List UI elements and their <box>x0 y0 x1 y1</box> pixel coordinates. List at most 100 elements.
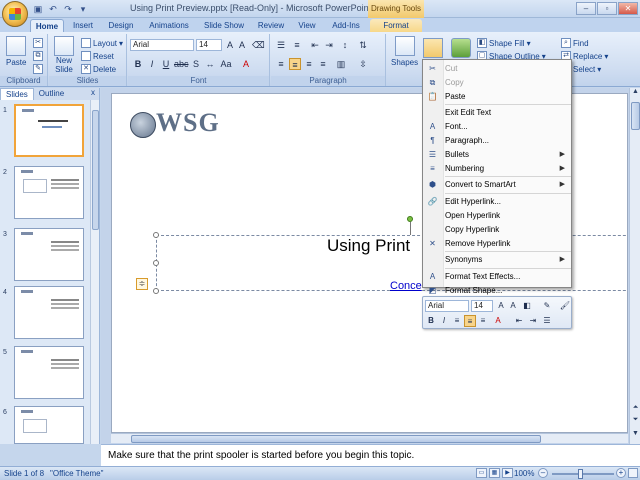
align-left-icon[interactable]: ≡ <box>275 58 287 70</box>
resize-handle[interactable] <box>153 260 159 266</box>
menu-item-exit-edit-text[interactable]: Exit Edit Text <box>423 106 571 120</box>
mini-format-painter-icon[interactable]: 🖌 <box>559 300 571 312</box>
tab-design[interactable]: Design <box>103 19 139 32</box>
next-slide-icon[interactable]: ⏷ <box>630 416 640 426</box>
bullets-icon[interactable]: ☰ <box>275 39 287 51</box>
customize-qat-icon[interactable]: ▾ <box>77 3 89 15</box>
slide-thumbnail-2[interactable]: 2 <box>0 166 92 222</box>
font-color-icon[interactable]: A <box>240 58 252 70</box>
shrink-font-icon[interactable]: A <box>236 39 248 51</box>
align-right-icon[interactable]: ≡ <box>303 58 315 70</box>
mini-increase-indent-icon[interactable]: ⇥ <box>527 315 539 327</box>
slide-thumbnail-4[interactable]: 4 <box>0 286 92 342</box>
fit-to-window-icon[interactable] <box>628 468 638 478</box>
mini-align-center-icon[interactable]: ≡ <box>464 315 476 327</box>
notes-pane[interactable]: Make sure that the print spooler is star… <box>101 444 640 466</box>
mini-bold-icon[interactable]: B <box>425 315 437 327</box>
mini-shrink-font-icon[interactable]: A <box>507 300 519 312</box>
slide-thumbnail-5[interactable]: 5 <box>0 346 92 402</box>
close-button[interactable]: ✕ <box>618 2 638 15</box>
tab-format[interactable]: Format <box>370 19 422 32</box>
mini-italic-icon[interactable]: I <box>438 315 450 327</box>
font-size-combo[interactable]: 14 <box>196 39 222 51</box>
slide-thumbnail-3[interactable]: 3 <box>0 228 92 284</box>
mini-shape-fill-icon[interactable]: ◧ <box>521 300 533 312</box>
align-center-icon[interactable]: ≡ <box>289 58 301 70</box>
resize-handle[interactable] <box>153 288 159 294</box>
tab-add-ins[interactable]: Add-Ins <box>328 19 364 32</box>
paste-button[interactable]: Paste <box>6 36 26 67</box>
menu-item-copy-hyperlink[interactable]: Copy Hyperlink <box>423 223 571 237</box>
cut-icon[interactable]: ✂ <box>33 38 43 48</box>
shape-fill-button[interactable]: ◧ Shape Fill ▾ <box>477 38 531 48</box>
mini-bullets-icon[interactable]: ☰ <box>541 315 553 327</box>
tab-insert[interactable]: Insert <box>66 19 100 32</box>
clear-formatting-icon[interactable]: ⌫ <box>252 39 265 51</box>
redo-icon[interactable]: ↷ <box>62 3 74 15</box>
font-name-combo[interactable]: Arial <box>130 39 194 51</box>
tab-view[interactable]: View <box>294 19 320 32</box>
concepts-link[interactable]: Conce <box>390 280 422 292</box>
mini-align-right-icon[interactable]: ≡ <box>477 315 489 327</box>
slides-pane-scrollbar[interactable] <box>90 100 99 444</box>
autofit-options-icon[interactable]: ≑ <box>136 278 148 290</box>
decrease-indent-icon[interactable]: ⇤ <box>309 39 321 51</box>
maximize-button[interactable]: ▫ <box>597 2 617 15</box>
underline-icon[interactable]: U <box>160 58 172 70</box>
menu-item-font[interactable]: A Font... <box>423 120 571 134</box>
columns-icon[interactable]: ▥ <box>335 58 347 70</box>
zoom-in-icon[interactable]: + <box>616 468 626 478</box>
shapes-button[interactable]: Shapes <box>391 36 418 67</box>
zoom-slider[interactable] <box>552 473 614 475</box>
strikethrough-icon[interactable]: abc <box>174 58 189 70</box>
menu-item-convert-to-smartart[interactable]: ⬢ Convert to SmartArt ▶ <box>423 178 571 192</box>
mini-shape-outline-icon[interactable]: ✎ <box>541 300 553 312</box>
numbering-icon[interactable]: ≡ <box>291 39 303 51</box>
minimize-button[interactable]: – <box>576 2 596 15</box>
scroll-down-icon[interactable]: ▼ <box>630 430 640 440</box>
copy-icon[interactable]: ⧉ <box>33 51 43 61</box>
menu-item-edit-hyperlink[interactable]: 🔗 Edit Hyperlink... <box>423 195 571 209</box>
layout-button[interactable]: Layout ▾ <box>81 38 123 48</box>
shadow-icon[interactable]: S <box>190 58 202 70</box>
mini-font-size[interactable]: 14 <box>471 300 493 312</box>
new-slide-button[interactable]: New Slide <box>54 36 74 74</box>
tab-outline[interactable]: Outline <box>34 88 69 100</box>
slide-thumbnail-6[interactable]: 6 <box>0 406 92 462</box>
mini-font-name[interactable]: Arial <box>425 300 469 312</box>
delete-button[interactable]: ✕ Delete <box>81 64 116 74</box>
menu-item-numbering[interactable]: ≡ Numbering ▶ <box>423 162 571 176</box>
menu-item-synonyms[interactable]: Synonyms ▶ <box>423 253 571 267</box>
mini-grow-font-icon[interactable]: A <box>495 300 507 312</box>
menu-item-paste[interactable]: 📋 Paste <box>423 90 571 104</box>
increase-indent-icon[interactable]: ⇥ <box>323 39 335 51</box>
find-button[interactable]: ⌕ Find <box>561 38 589 48</box>
slide-thumbnail-1[interactable]: 1 <box>0 104 92 160</box>
resize-handle[interactable] <box>153 232 159 238</box>
menu-item-open-hyperlink[interactable]: Open Hyperlink <box>423 209 571 223</box>
slide-show-icon[interactable]: ▶ <box>502 468 513 478</box>
rotation-handle[interactable] <box>407 216 413 222</box>
menu-item-paragraph[interactable]: ¶ Paragraph... <box>423 134 571 148</box>
mini-align-left-icon[interactable]: ≡ <box>451 315 463 327</box>
normal-view-icon[interactable]: ▭ <box>476 468 487 478</box>
char-spacing-icon[interactable]: ↔ <box>204 58 216 70</box>
tab-review[interactable]: Review <box>254 19 288 32</box>
slide-sorter-icon[interactable]: ▦ <box>489 468 500 478</box>
tab-slide-show[interactable]: Slide Show <box>198 19 250 32</box>
slide-vertical-scrollbar[interactable]: ▲ ⏶ ⏷ ▼ <box>629 88 640 444</box>
reset-button[interactable]: Reset <box>81 51 114 61</box>
slide-horizontal-scrollbar[interactable] <box>111 433 628 443</box>
line-spacing-icon[interactable]: ↕ <box>339 39 351 51</box>
change-case-icon[interactable]: Aa <box>220 58 232 70</box>
mini-decrease-indent-icon[interactable]: ⇤ <box>513 315 525 327</box>
menu-item-remove-hyperlink[interactable]: ✕ Remove Hyperlink <box>423 237 571 251</box>
align-text-icon[interactable]: ⇳ <box>357 58 369 70</box>
bold-icon[interactable]: B <box>132 58 144 70</box>
previous-slide-icon[interactable]: ⏶ <box>630 404 640 414</box>
save-icon[interactable]: ▣ <box>32 3 44 15</box>
mini-font-color-icon[interactable]: A <box>492 315 504 327</box>
quick-styles-icon[interactable] <box>451 38 471 58</box>
arrange-icon[interactable] <box>423 38 443 58</box>
menu-item-cut[interactable]: ✂ Cut <box>423 62 571 76</box>
